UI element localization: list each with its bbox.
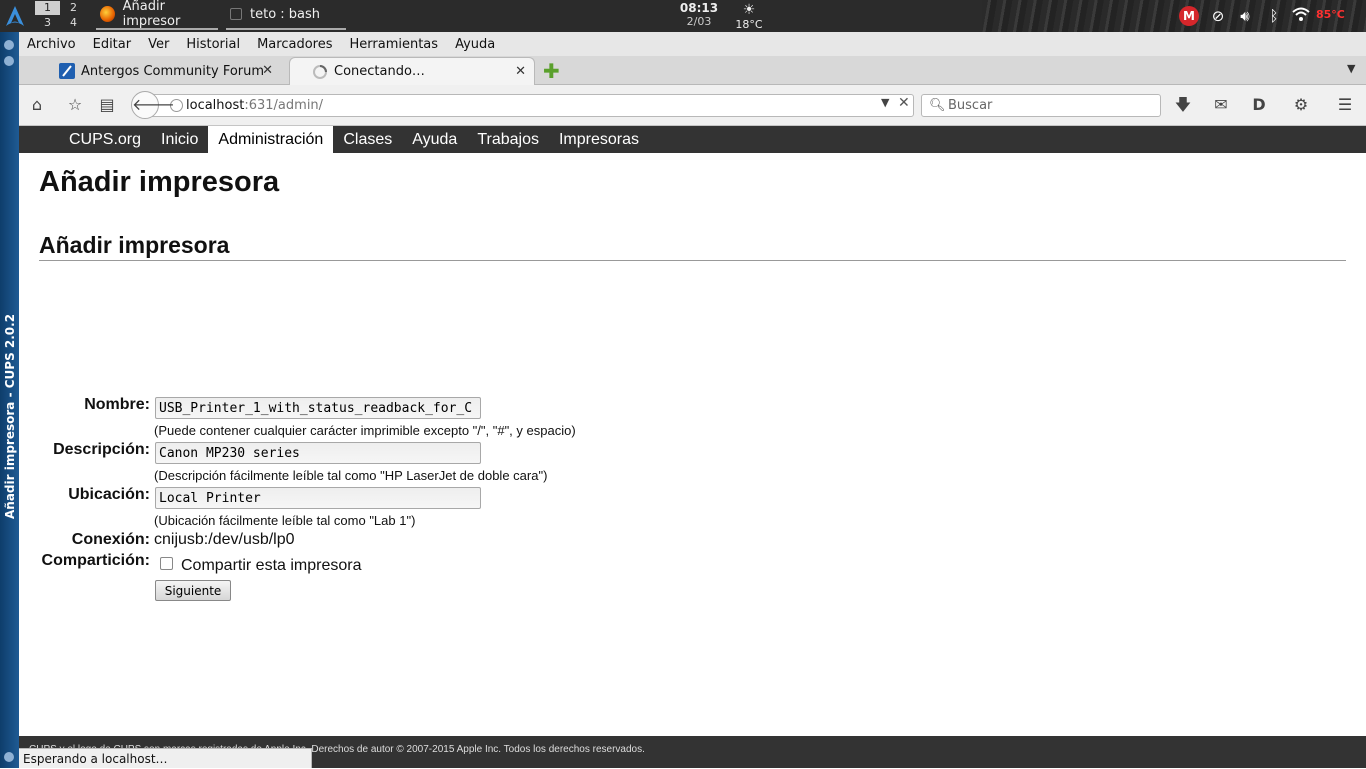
connection-value: cnijusb:/dev/usb/lp0 xyxy=(154,531,295,548)
list-all-tabs-icon[interactable]: ▼ xyxy=(1347,62,1355,75)
url-host: localhost xyxy=(186,98,245,113)
weather-sun-cloud-icon: ☀ xyxy=(742,2,756,18)
share-printer-checkbox[interactable] xyxy=(160,557,173,570)
downloads-icon[interactable]: 🡇 xyxy=(1173,95,1193,115)
back-arrow-icon[interactable]: 🡐 xyxy=(131,91,175,119)
clock-time: 08:13 xyxy=(679,1,719,15)
paperclip-icon[interactable]: ⊘ xyxy=(1208,6,1228,26)
cups-content: Añadir impresora Añadir impresora Nombre… xyxy=(39,153,1346,621)
desktop-left-panel: Añadir impresora - CUPS 2.0.2 xyxy=(0,32,19,768)
close-tab-icon[interactable]: ✕ xyxy=(262,63,273,78)
tab-antergos-forum[interactable]: Antergos Community Forum ✕ xyxy=(37,57,281,85)
name-field[interactable] xyxy=(155,397,481,419)
nav-impresoras[interactable]: Impresoras xyxy=(549,126,649,153)
cpu-temperature[interactable]: 85°C xyxy=(1316,8,1345,21)
nav-trabajos[interactable]: Trabajos xyxy=(467,126,549,153)
tab-bar: Antergos Community Forum ✕ Conectando… ✕… xyxy=(19,56,1366,85)
location-help: (Ubicación fácilmente leíble tal como "L… xyxy=(154,513,416,528)
name-help: (Puede contener cualquier carácter impri… xyxy=(154,423,576,438)
desktop-top-panel: 1 2 3 4 Añadir impresor teto : bash 08:1… xyxy=(0,0,1366,32)
close-tab-icon[interactable]: ✕ xyxy=(515,64,526,79)
page-title: Añadir impresora xyxy=(39,166,280,198)
taskbar-item-terminal[interactable]: teto : bash xyxy=(226,0,346,30)
menu-marcadores[interactable]: Marcadores xyxy=(257,37,332,52)
location-label: Ubicación: xyxy=(68,486,150,503)
search-bar[interactable]: 🔍︎ xyxy=(921,94,1161,117)
stop-loading-icon[interactable]: ✕ xyxy=(898,95,910,111)
workspace-3[interactable]: 3 xyxy=(35,16,60,30)
taskbar-item-firefox[interactable]: Añadir impresor xyxy=(96,0,218,30)
window-title-vertical[interactable]: Añadir impresora - CUPS 2.0.2 xyxy=(3,314,17,519)
loading-spinner-icon xyxy=(313,64,327,79)
taskbar-item-label: teto : bash xyxy=(250,6,321,22)
taskbar-item-label: Añadir impresor xyxy=(122,0,181,29)
description-field[interactable] xyxy=(155,442,481,464)
nav-inicio[interactable]: Inicio xyxy=(151,126,208,153)
reading-list-icon[interactable]: ▤ xyxy=(97,95,117,115)
search-input[interactable] xyxy=(948,98,1148,113)
panel-pin-icon[interactable] xyxy=(4,752,14,762)
tab-label: Antergos Community Forum xyxy=(81,63,265,79)
nav-cups-org[interactable]: CUPS.org xyxy=(59,126,151,153)
nav-clases[interactable]: Clases xyxy=(333,126,402,153)
description-help: (Descripción fácilmente leíble tal como … xyxy=(154,468,548,483)
wifi-icon[interactable] xyxy=(1291,6,1311,26)
volume-icon[interactable]: 🔊︎ xyxy=(1235,6,1255,26)
menu-ver[interactable]: Ver xyxy=(148,37,169,52)
firefox-icon xyxy=(100,6,115,22)
terminal-icon xyxy=(230,8,242,20)
description-label: Descripción: xyxy=(53,441,150,458)
antergos-favicon-icon xyxy=(59,63,75,79)
sharing-label: Compartición: xyxy=(41,552,150,569)
menu-historial[interactable]: Historial xyxy=(186,37,240,52)
home-icon[interactable]: ⌂ xyxy=(27,95,47,115)
next-button[interactable]: Siguiente xyxy=(155,580,231,601)
name-label: Nombre: xyxy=(84,396,150,413)
workspace-4[interactable]: 4 xyxy=(61,16,86,30)
bluetooth-icon[interactable]: ᛒ xyxy=(1264,6,1284,26)
menu-archivo[interactable]: Archivo xyxy=(27,37,76,52)
new-tab-plus-icon[interactable]: ✚ xyxy=(543,59,560,83)
workspace-2[interactable]: 2 xyxy=(61,1,86,15)
cups-nav-bar: CUPS.org Inicio Administración Clases Ay… xyxy=(19,126,1366,153)
disconnect-extension-icon[interactable]: D xyxy=(1249,95,1269,115)
mega-sync-icon[interactable]: M xyxy=(1179,6,1199,26)
tab-conectando[interactable]: Conectando… ✕ xyxy=(289,57,535,85)
antergos-menu-icon[interactable] xyxy=(5,5,25,27)
nav-administracion[interactable]: Administración xyxy=(208,126,334,153)
browser-status-bar: Esperando a localhost… xyxy=(19,748,312,768)
tab-label: Conectando… xyxy=(334,64,425,79)
hamburger-menu-icon[interactable]: ☰ xyxy=(1335,95,1355,115)
search-icon: 🔍︎ xyxy=(929,98,946,113)
nav-ayuda[interactable]: Ayuda xyxy=(402,126,467,153)
workspace-1[interactable]: 1 xyxy=(35,1,60,15)
clock-date: 2/03 xyxy=(686,15,712,28)
add-printer-form: Nombre: (Puede contener cualquier caráct… xyxy=(39,261,1346,621)
mail-icon[interactable]: ✉ xyxy=(1211,95,1231,115)
navigation-toolbar: ⌂ ☆ ▤ localhost:631/admin/ 🡐 ▼ ✕ 🔍︎ 🡇 ✉ … xyxy=(19,85,1366,126)
url-path: :631/admin/ xyxy=(244,98,324,113)
section-title: Añadir impresora xyxy=(39,232,1346,261)
clock[interactable]: 08:13 2/03 xyxy=(672,1,726,29)
url-history-dropdown-icon[interactable]: ▼ xyxy=(881,96,889,109)
menu-ayuda[interactable]: Ayuda xyxy=(455,37,495,52)
weather-widget[interactable]: ☀ 18°C xyxy=(732,2,766,31)
location-field[interactable] xyxy=(155,487,481,509)
weather-temperature: 18°C xyxy=(735,18,763,31)
bookmark-star-icon[interactable]: ☆ xyxy=(65,95,85,115)
menu-herramientas[interactable]: Herramientas xyxy=(350,37,439,52)
menu-editar[interactable]: Editar xyxy=(93,37,132,52)
menu-bar: Archivo Editar Ver Historial Marcadores … xyxy=(19,32,1366,56)
panel-pin-icon[interactable] xyxy=(4,40,14,50)
extension-film-icon[interactable]: ⚙ xyxy=(1291,95,1311,115)
share-printer-label[interactable]: Compartir esta impresora xyxy=(181,557,362,575)
panel-pin-icon[interactable] xyxy=(4,56,14,66)
connection-label: Conexión: xyxy=(71,531,150,548)
url-bar[interactable]: localhost:631/admin/ xyxy=(147,94,914,117)
